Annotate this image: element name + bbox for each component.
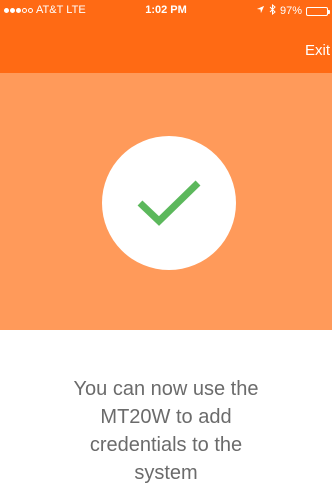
app-screen: AT&T LTE 1:02 PM 97% Exit You can now us…: [0, 0, 332, 498]
battery-icon: [306, 6, 330, 16]
check-icon: [137, 180, 201, 226]
location-icon: [256, 5, 265, 17]
success-hero: [0, 73, 332, 330]
status-bar: AT&T LTE 1:02 PM 97%: [0, 0, 332, 20]
message-line: You can now use the: [73, 378, 259, 400]
success-circle: [102, 136, 236, 270]
battery-percent: 97%: [279, 5, 302, 17]
status-right: 97%: [256, 3, 330, 18]
message-line: system: [134, 462, 198, 484]
header-bar: AT&T LTE 1:02 PM 97% Exit: [0, 0, 332, 73]
bluetooth-icon: [269, 3, 276, 18]
message-line: credentials to the: [89, 434, 243, 456]
message-line: MT20W to add: [100, 406, 232, 428]
exit-button[interactable]: Exit: [305, 42, 330, 59]
success-message: You can now use the MT20W to add credent…: [0, 375, 332, 487]
